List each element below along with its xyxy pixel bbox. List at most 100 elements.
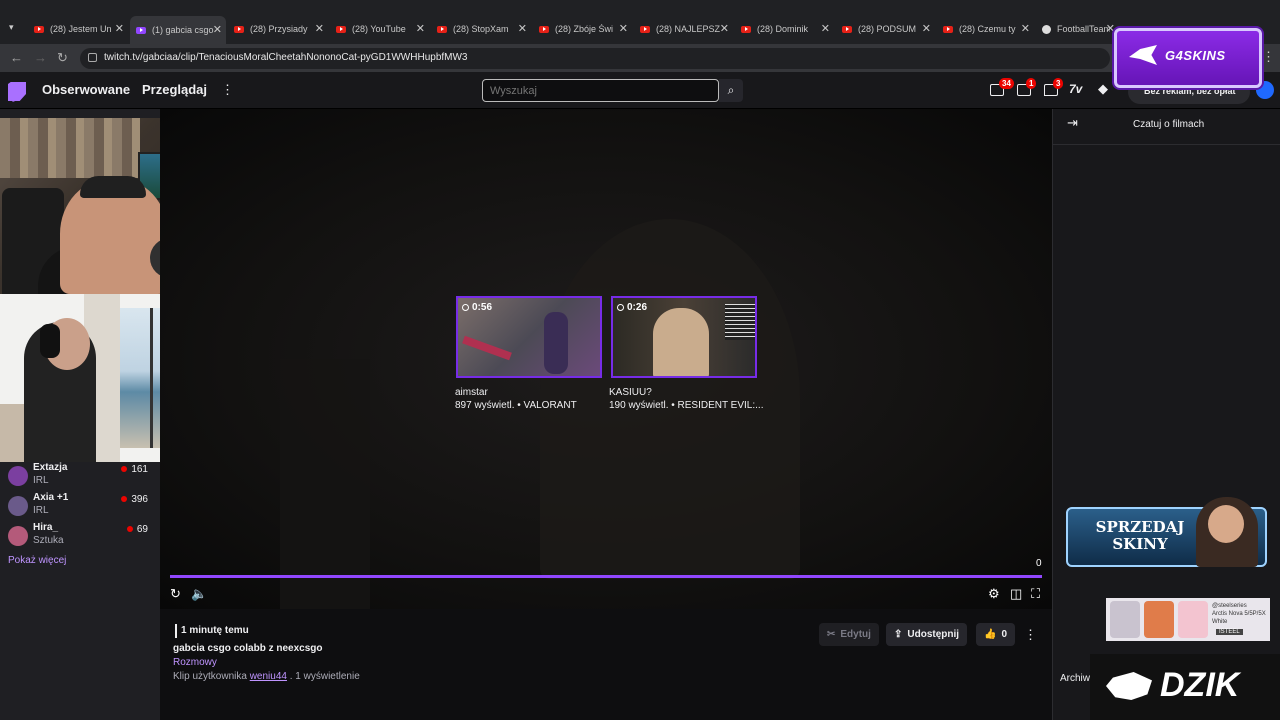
channel-category: IRL (33, 505, 49, 516)
browser-tab[interactable]: (28) Zbóje Świ ✕ (533, 18, 632, 40)
browser-tab[interactable]: (28) Dominik ✕ (735, 18, 834, 40)
youtube-icon (943, 25, 953, 33)
sidebar-channel[interactable]: Hira_ Sztuka 69 (8, 522, 158, 552)
edit-label: Edytuj (840, 629, 871, 640)
recommended-clip-title[interactable]: aimstar (455, 387, 488, 398)
browser-tab[interactable]: (28) StopXam ✕ (431, 18, 531, 40)
browser-tab[interactable]: (1) gabcia csgo ✕ (130, 16, 226, 44)
replay-icon[interactable]: ↻ (170, 586, 181, 602)
twitch-logo-icon[interactable] (8, 82, 26, 102)
sell-skins-ad[interactable]: SPRZEDAJ SKINY (1066, 497, 1267, 567)
g4skins-text: G4SKINS (1165, 48, 1226, 63)
more-menu-icon[interactable]: ⋮ (221, 82, 234, 98)
tab-title: (28) YouTube (352, 24, 406, 34)
thumb-chat (725, 304, 755, 340)
tab-title: (28) PODSUM (858, 24, 917, 34)
like-button[interactable]: 👍 0 (976, 623, 1016, 646)
browser-tab[interactable]: (28) PODSUM ✕ (836, 18, 935, 40)
youtube-icon (336, 25, 346, 33)
steelseries-tag: ISTEEL (1216, 629, 1243, 635)
channel-name: Axia +1 (33, 492, 69, 503)
ad-character-face (1208, 505, 1244, 543)
channel-category: Sztuka (33, 535, 64, 546)
sell-skins-text: SPRZEDAJ SKINY (1095, 518, 1185, 553)
bits-icon[interactable]: ◆ (1098, 81, 1108, 97)
steelseries-text: @steelseries Arctis Nova 5/5P/5X White (1212, 602, 1270, 626)
browser-tab[interactable]: (28) Czemu ty ✕ (937, 18, 1034, 40)
browser-tab[interactable]: FootballTeam ✕ (1036, 18, 1119, 40)
tab-close-icon[interactable]: ✕ (213, 23, 222, 36)
tab-close-icon[interactable]: ✕ (1021, 22, 1030, 35)
video-player[interactable] (160, 109, 1052, 609)
7tv-icon[interactable]: 7v (1069, 82, 1082, 96)
browse-link[interactable]: Przeglądaj (142, 82, 207, 97)
browser-menu-icon[interactable]: ⋮ (1262, 49, 1275, 65)
youtube-icon (539, 25, 549, 33)
boar-icon (1106, 672, 1152, 700)
browser-tab[interactable]: (28) Przysiady ✕ (228, 18, 328, 40)
channel-category: IRL (33, 475, 49, 486)
tab-close-icon[interactable]: ✕ (416, 22, 425, 35)
viewer-count: 161 (131, 464, 148, 475)
channel-viewers: 161 (121, 464, 148, 475)
clip-icon (617, 304, 624, 311)
reload-icon[interactable]: ↻ (57, 50, 68, 66)
progress-bar[interactable] (170, 575, 1042, 578)
clip-category-link[interactable]: Rozmowy (173, 657, 217, 668)
headset-image (1110, 601, 1140, 638)
show-more-link[interactable]: Pokaż więcej (8, 555, 66, 566)
tab-close-icon[interactable]: ✕ (720, 22, 729, 35)
browser-tab[interactable]: (28) YouTube ✕ (330, 18, 429, 40)
share-button[interactable]: ⇪ Udostępnij (886, 623, 968, 646)
tab-close-icon[interactable]: ✕ (922, 22, 931, 35)
settings-gear-icon[interactable]: ⚙ (988, 586, 1000, 602)
tab-list-chevron-icon[interactable]: ▾ (9, 22, 14, 33)
back-icon[interactable]: ← (10, 50, 23, 65)
youtube-icon (234, 25, 244, 33)
recommended-clip-thumbnail[interactable]: 0:56 (456, 296, 602, 378)
notifications-icon[interactable]: 1 (1017, 78, 1037, 96)
tab-title: (28) Jestem Un (50, 24, 112, 34)
browser-tab[interactable]: (28) NAJLEPSZ ✕ (634, 18, 733, 40)
dzik-logo: DZIK (1090, 654, 1280, 720)
sidebar-channel[interactable]: Extazja IRL 161 (8, 462, 158, 492)
thumb-figure (544, 312, 568, 374)
time-divider (175, 624, 177, 638)
tab-title: FootballTeam (1057, 24, 1110, 34)
volume-icon[interactable]: 🔈 (191, 586, 207, 602)
search-input[interactable] (482, 79, 719, 102)
clip-duration: 0:56 (462, 302, 492, 313)
sidebar-channel[interactable]: Axia +1 IRL 396 (8, 492, 158, 522)
clip-views: . 1 wyświetlenie (289, 671, 360, 682)
thumb-weapon (462, 335, 512, 361)
clip-icon (462, 304, 469, 311)
headphones (80, 176, 146, 198)
tab-close-icon[interactable]: ✕ (821, 22, 830, 35)
clip-time-ago: 1 minutę temu (181, 625, 249, 636)
tab-close-icon[interactable]: ✕ (518, 22, 527, 35)
clip-title: gabcia csgo colabb z neexcsgo (173, 643, 323, 654)
forward-icon[interactable]: → (34, 50, 47, 65)
inbox-icon[interactable]: 34 (990, 78, 1014, 96)
browser-tab[interactable]: (28) Jestem Un ✕ (28, 18, 128, 40)
tab-close-icon[interactable]: ✕ (115, 22, 124, 35)
fullscreen-icon[interactable]: ⛶ (1031, 586, 1040, 602)
tab-close-icon[interactable]: ✕ (619, 22, 628, 35)
whispers-icon[interactable]: 3 (1044, 78, 1064, 96)
more-options-icon[interactable]: ⋮ (1024, 627, 1037, 643)
steelseries-ad[interactable]: @steelseries Arctis Nova 5/5P/5X White IS… (1106, 598, 1270, 641)
search-button[interactable]: ⌕ (719, 79, 743, 102)
url-field[interactable]: twitch.tv/gabciaa/clip/TenaciousMoralChe… (80, 48, 1110, 69)
channel-name: Extazja (33, 462, 68, 473)
following-link[interactable]: Obserwowane (42, 82, 130, 97)
duration-text: 0:56 (472, 302, 493, 313)
edit-button[interactable]: ✂ Edytuj (819, 623, 879, 646)
tab-title: (28) StopXam (453, 24, 509, 34)
recommended-clip-thumbnail[interactable]: 0:26 (611, 296, 757, 378)
collapse-chat-icon[interactable]: ⇥ (1067, 115, 1078, 131)
theatre-mode-icon[interactable]: ◫ (1010, 586, 1022, 602)
site-info-icon[interactable] (88, 53, 97, 62)
recommended-clip-title[interactable]: KASIUU? (609, 387, 652, 398)
clip-author-link[interactable]: weniu44 (250, 671, 287, 682)
tab-close-icon[interactable]: ✕ (315, 22, 324, 35)
